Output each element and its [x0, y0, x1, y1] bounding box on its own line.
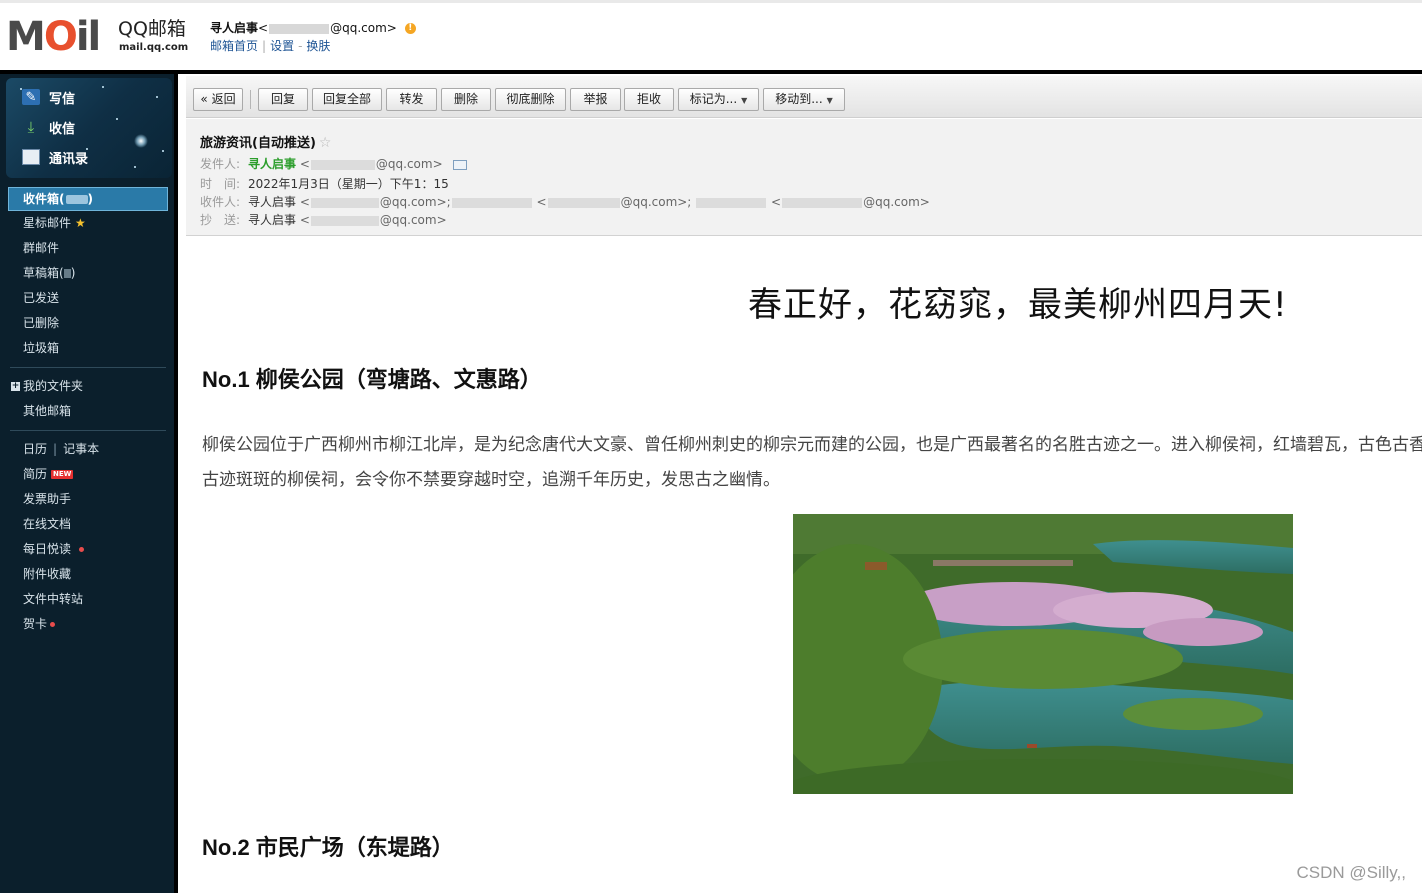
chevron-down-icon: ▼: [741, 96, 748, 105]
folder-list: 收件箱() 星标邮件 ★ 群邮件 草稿箱() 已发送 已删除 垃圾箱 + 我的文件夹…: [6, 184, 172, 637]
mail-subject: 旅游资讯(自动推送) ☆: [200, 135, 332, 151]
redacted-email: [310, 215, 379, 226]
delete-permanently-button[interactable]: 彻底删除: [495, 88, 566, 111]
notification-dot: [50, 622, 56, 627]
sidebar-item-docs[interactable]: 在线文档: [6, 512, 172, 537]
notification-dot: [79, 547, 85, 552]
warning-icon[interactable]: !: [404, 23, 416, 34]
forward-button[interactable]: 转发: [386, 88, 437, 111]
mail-header: 旅游资讯(自动推送) ☆ 发件人: 寻人启事 < @qq.com> 时 间: 2022年…: [186, 119, 1422, 236]
account-info: 寻人启事< @qq.com>! 邮箱首页 | 设置 - 换肤: [210, 20, 416, 54]
cc-name[interactable]: 寻人启事: [248, 213, 296, 227]
header-divider: [0, 70, 1422, 74]
qq-mail-logo[interactable]: MOil QQ邮箱 mail.qq.com: [6, 15, 192, 59]
sidebar: ✎ 写信 ⤓ 收信 通讯录 收件箱() 星标邮件 ★ 群邮件 草稿箱() 已发送 …: [0, 74, 178, 893]
csdn-watermark: CSDN @Silly,,: [1296, 863, 1406, 882]
mail-headline: 春正好，花窈窕，最美柳州四月天!: [748, 285, 1288, 325]
receive-button[interactable]: ⤓ 收信: [22, 116, 75, 138]
report-button[interactable]: 举报: [570, 88, 621, 111]
reply-button[interactable]: 回复: [258, 88, 308, 111]
section-1-paragraph: 柳侯公园位于广西柳州市柳江北岸，是为纪念唐代大文豪、曾任柳州刺史的柳宗元而建的公…: [202, 435, 1422, 490]
redacted-count: [65, 195, 88, 204]
delete-button[interactable]: 删除: [441, 88, 491, 111]
sidebar-item-cards[interactable]: 贺卡: [6, 612, 172, 637]
pencil-icon: ✎: [22, 89, 40, 105]
recipient-name[interactable]: 寻人启事: [248, 195, 296, 209]
logo-domain: mail.qq.com: [119, 42, 189, 53]
back-button[interactable]: « 返回: [193, 88, 243, 111]
top-header: MOil QQ邮箱 mail.qq.com 寻人启事< @qq.com>! 邮箱首…: [0, 0, 1422, 70]
sidebar-item-calendar-notes: 日历 | 记事本: [23, 442, 100, 456]
sidebar-item-transfer[interactable]: 文件中转站: [6, 587, 172, 612]
address-book-icon: [22, 149, 40, 165]
reply-all-button[interactable]: 回复全部: [312, 88, 382, 111]
expand-icon[interactable]: +: [11, 382, 20, 391]
mail-time: 2022年1月3日（星期一）下午1：15: [248, 177, 449, 191]
new-badge: NEW: [51, 470, 74, 479]
quick-actions: ✎ 写信 ⤓ 收信 通讯录: [6, 78, 172, 178]
redacted-email: [310, 197, 379, 208]
redacted-email: [269, 23, 330, 34]
sidebar-item-daily[interactable]: 每日悦读: [6, 537, 172, 562]
change-skin-link[interactable]: 换肤: [306, 39, 330, 53]
sidebar-item-deleted[interactable]: 已删除: [6, 311, 172, 336]
mark-as-dropdown[interactable]: 标记为... ▼: [678, 88, 759, 111]
settings-link[interactable]: 设置: [270, 39, 294, 53]
sidebar-item-attachments[interactable]: 附件收藏: [6, 562, 172, 587]
calendar-link[interactable]: 日历: [23, 442, 47, 456]
mail-from-row: 发件人: 寻人启事 < @qq.com>: [200, 155, 467, 173]
sidebar-item-other-mail[interactable]: 其他邮箱: [6, 399, 172, 424]
notes-link[interactable]: 记事本: [63, 442, 99, 456]
reject-button[interactable]: 拒收: [624, 88, 674, 111]
mail-cc-row: 抄 送: 寻人启事 < @qq.com>: [200, 213, 447, 227]
star-icon: ★: [75, 216, 86, 230]
sidebar-item-invoice[interactable]: 发票助手: [6, 487, 172, 512]
sidebar-item-resume[interactable]: 简历 NEW: [6, 462, 172, 487]
mail-toolbar: « 返回 回复 回复全部 转发 删除 彻底删除 举报 拒收 标记为... ▼ 移动…: [186, 76, 1422, 118]
redacted-count: [63, 269, 71, 278]
divider: [10, 367, 166, 368]
park-landscape-photo: [793, 514, 1293, 794]
redacted-email: [547, 197, 620, 208]
chevron-down-icon: ▼: [826, 96, 833, 105]
mail-time-row: 时 间: 2022年1月3日（星期一）下午1：15: [200, 177, 449, 191]
mail-reader: « 返回 回复 回复全部 转发 删除 彻底删除 举报 拒收 标记为... ▼ 移动…: [186, 76, 1422, 893]
sidebar-item-my-folders[interactable]: + 我的文件夹: [6, 374, 172, 399]
account-email: @qq.com>: [330, 21, 397, 35]
sidebar-item-drafts[interactable]: 草稿箱(): [6, 261, 172, 286]
logo-brand: QQ邮箱: [118, 18, 186, 40]
divider: [10, 430, 166, 431]
redacted-email: [310, 159, 375, 170]
account-name: 寻人启事: [210, 21, 259, 35]
section-2-title: No.2 市民广场（东堤路）: [202, 835, 454, 860]
move-to-dropdown[interactable]: 移动到... ▼: [763, 88, 845, 111]
write-button[interactable]: ✎ 写信: [22, 86, 75, 108]
contacts-button[interactable]: 通讯录: [22, 146, 88, 168]
sidebar-item-inbox[interactable]: 收件箱(): [8, 187, 168, 211]
sidebar-item-group[interactable]: 群邮件: [6, 236, 172, 261]
redacted-email: [782, 197, 863, 208]
mailbox-home-link[interactable]: 邮箱首页: [210, 39, 258, 53]
redacted-recipient: [451, 197, 532, 208]
mail-to-row: 收件人: 寻人启事 < @qq.com>; < @qq.com>; < @qq.com>: [200, 195, 930, 209]
sidebar-item-sent[interactable]: 已发送: [6, 286, 172, 311]
mail-body: 春正好，花窈窕，最美柳州四月天! No.1 柳侯公园（弯塘路、文惠路） 柳侯公园…: [186, 237, 1422, 893]
sparkle-icon: [134, 134, 148, 148]
section-1-title: No.1 柳侯公园（弯塘路、文惠路）: [202, 367, 542, 392]
download-icon: ⤓: [27, 118, 35, 136]
sidebar-item-trash[interactable]: 垃圾箱: [6, 336, 172, 361]
sender-name[interactable]: 寻人启事: [248, 157, 296, 171]
sidebar-item-starred[interactable]: 星标邮件 ★: [6, 211, 172, 236]
star-icon[interactable]: ☆: [319, 135, 332, 151]
redacted-recipient: [696, 197, 767, 208]
contact-card-icon[interactable]: [452, 159, 467, 170]
logo-moil-text: MOil: [6, 14, 101, 60]
